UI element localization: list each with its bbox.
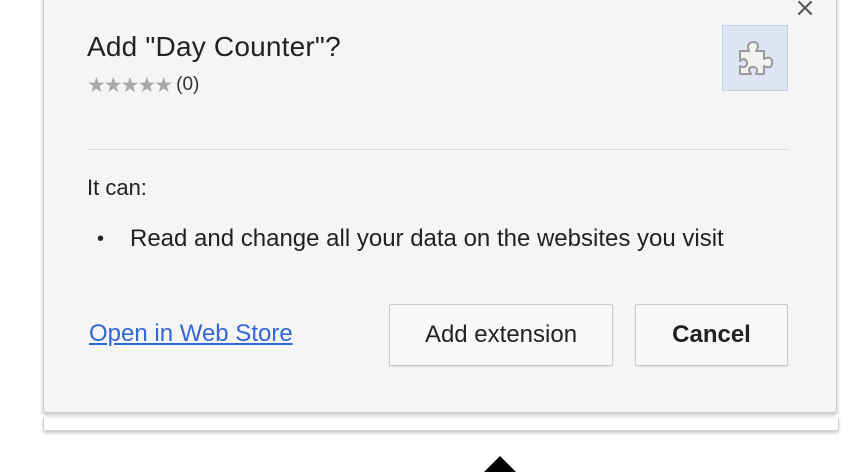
mouse-pointer-icon	[484, 456, 516, 472]
bullet: •	[97, 227, 105, 250]
rating-count: (0)	[176, 74, 200, 95]
page: × Add "Day Counter"? ★★★★★ (0) It can: •…	[0, 0, 848, 472]
divider	[87, 149, 790, 150]
puzzle-piece-icon	[739, 41, 774, 75]
extension-icon	[722, 25, 788, 91]
rating: ★★★★★ (0)	[87, 73, 199, 97]
rating-stars-icon: ★★★★★	[87, 73, 173, 97]
open-in-web-store-link[interactable]: Open in Web Store	[89, 320, 293, 348]
permissions-header: It can:	[87, 175, 147, 200]
close-icon[interactable]: ×	[794, 0, 816, 23]
cancel-button[interactable]: Cancel	[635, 304, 788, 366]
permission-text: Read and change all your data on the web…	[130, 225, 724, 252]
permissions-list: • Read and change all your data on the w…	[97, 225, 724, 253]
add-extension-button[interactable]: Add extension	[389, 304, 613, 366]
dialog-shadow-edge	[43, 418, 839, 431]
close-button[interactable]: ×	[793, 0, 817, 23]
permission-item: • Read and change all your data on the w…	[97, 225, 724, 253]
dialog-title: Add "Day Counter"?	[87, 31, 341, 62]
